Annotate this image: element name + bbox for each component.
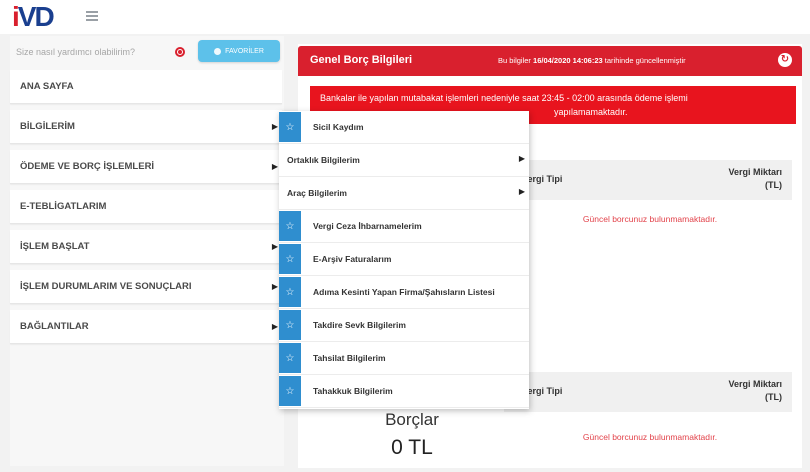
sidebar-item-islem-durumlarim[interactable]: İŞLEM DURUMLARIM VE SONUÇLARI ▶	[10, 270, 282, 304]
submenu-item-tahakkuk[interactable]: ☆ Tahakkuk Bilgilerim	[279, 375, 529, 408]
submenu-item-arac-bilgilerim[interactable]: Araç Bilgilerim ▶	[279, 177, 529, 210]
target-icon[interactable]	[175, 47, 185, 57]
submenu-item-ortaklik-bilgilerim[interactable]: Ortaklık Bilgilerim ▶	[279, 144, 529, 177]
no-debt-message: Güncel borcunuz bulunmamaktadır.	[582, 214, 718, 224]
sidebar-item-bilgilerim[interactable]: BİLGİLERİM ▶	[10, 110, 282, 144]
star-icon[interactable]: ☆	[279, 244, 301, 274]
chevron-right-icon: ▶	[271, 322, 278, 331]
chevron-right-icon: ▶	[518, 154, 525, 163]
submenu-item-label: Tahakkuk Bilgilerim	[313, 386, 393, 396]
no-debt-message: Güncel borcunuz bulunmamaktadır.	[582, 432, 718, 442]
sidebar-item-baglantilar[interactable]: BAĞLANTILAR ▶	[10, 310, 282, 344]
chevron-right-icon: ▶	[271, 162, 278, 171]
submenu-item-label: Araç Bilgilerim	[287, 188, 347, 198]
search-input[interactable]	[16, 42, 166, 62]
chevron-right-icon: ▶	[518, 187, 525, 196]
search-bar: FAVORİLER	[10, 38, 284, 68]
sidebar-item-odeme-borc[interactable]: ÖDEME VE BORÇ İŞLEMLERİ ▶	[10, 150, 282, 184]
panel-title: Genel Borç Bilgileri	[310, 54, 413, 66]
alert-line-1: Bankalar ile yapılan mutabakat işlemleri…	[320, 93, 688, 103]
chevron-right-icon: ▶	[271, 122, 278, 131]
column-header-tax-amount: Vergi Miktarı (TL)	[728, 167, 782, 190]
submenu-item-label: Vergi Ceza İhbarnamelerim	[313, 221, 422, 231]
sidebar-item-label: İŞLEM BAŞLAT	[20, 241, 90, 252]
panel-header: Genel Borç Bilgileri Bu bilgiler 16/04/2…	[298, 46, 802, 76]
submenu-item-kesinti-listesi[interactable]: ☆ Adıma Kesinti Yapan Firma/Şahısların L…	[279, 276, 529, 309]
star-icon[interactable]: ☆	[279, 376, 301, 406]
submenu-item-label: Tahsilat Bilgilerim	[313, 353, 386, 363]
update-info: Bu bilgiler 16/04/2020 14:06:23 tarihind…	[498, 56, 686, 65]
column-header-tax-amount: Vergi Miktarı (TL)	[728, 379, 782, 402]
submenu-item-label: Takdire Sevk Bilgilerim	[313, 320, 406, 330]
submenu-item-label: Adıma Kesinti Yapan Firma/Şahısların Lis…	[313, 287, 495, 297]
debt-total: 0 TL	[391, 436, 433, 459]
bilgilerim-submenu: ☆ Sicil Kaydım Ortaklık Bilgilerim ▶ Ara…	[279, 111, 529, 409]
star-icon[interactable]: ☆	[279, 343, 301, 373]
tax-table-header-2: Vergi Tipi Vergi Miktarı (TL)	[504, 372, 792, 412]
sidebar-item-label: ANA SAYFA	[20, 81, 74, 92]
star-icon[interactable]: ☆	[279, 277, 301, 307]
ivd-logo[interactable]: iVD	[12, 2, 55, 32]
star-icon	[214, 47, 222, 55]
sidebar-item-label: ÖDEME VE BORÇ İŞLEMLERİ	[20, 161, 155, 172]
sidebar-item-label: BAĞLANTILAR	[20, 321, 89, 332]
submenu-item-label: Sicil Kaydım	[313, 122, 364, 132]
submenu-item-takdire-sevk[interactable]: ☆ Takdire Sevk Bilgilerim	[279, 309, 529, 342]
submenu-item-e-arsiv[interactable]: ☆ E-Arşiv Faturalarım	[279, 243, 529, 276]
sidebar-item-e-tebligatlarim[interactable]: E-TEBLİGATLARIM	[10, 190, 282, 224]
app-header: iVD	[0, 0, 810, 34]
sidebar-item-islem-baslat[interactable]: İŞLEM BAŞLAT ▶	[10, 230, 282, 264]
update-timestamp: 16/04/2020 14:06:23	[533, 56, 603, 65]
sidebar-item-ana-sayfa[interactable]: ANA SAYFA	[10, 70, 282, 104]
tax-table-header-1: Vergi Tipi Vergi Miktarı (TL)	[504, 160, 792, 200]
star-icon[interactable]: ☆	[279, 310, 301, 340]
sidebar-item-label: İŞLEM DURUMLARIM VE SONUÇLARI	[20, 281, 192, 292]
star-icon[interactable]: ☆	[279, 211, 301, 241]
sidebar-item-label: BİLGİLERİM	[20, 121, 75, 132]
submenu-item-sicil-kaydim[interactable]: ☆ Sicil Kaydım	[279, 111, 529, 144]
debt-label: Borçlar	[385, 410, 439, 429]
submenu-item-vergi-ceza[interactable]: ☆ Vergi Ceza İhbarnamelerim	[279, 210, 529, 243]
refresh-icon[interactable]: ↻	[778, 53, 792, 67]
favorites-label: FAVORİLER	[225, 47, 264, 55]
favorites-button[interactable]: FAVORİLER	[198, 40, 280, 62]
star-icon[interactable]: ☆	[279, 112, 301, 142]
submenu-item-label: E-Arşiv Faturalarım	[313, 254, 392, 264]
submenu-item-tahsilat[interactable]: ☆ Tahsilat Bilgilerim	[279, 342, 529, 375]
hamburger-icon[interactable]	[86, 11, 98, 21]
sidebar-item-label: E-TEBLİGATLARIM	[20, 201, 107, 212]
chevron-right-icon: ▶	[271, 282, 278, 291]
submenu-item-label: Ortaklık Bilgilerim	[287, 155, 360, 165]
chevron-right-icon: ▶	[271, 242, 278, 251]
